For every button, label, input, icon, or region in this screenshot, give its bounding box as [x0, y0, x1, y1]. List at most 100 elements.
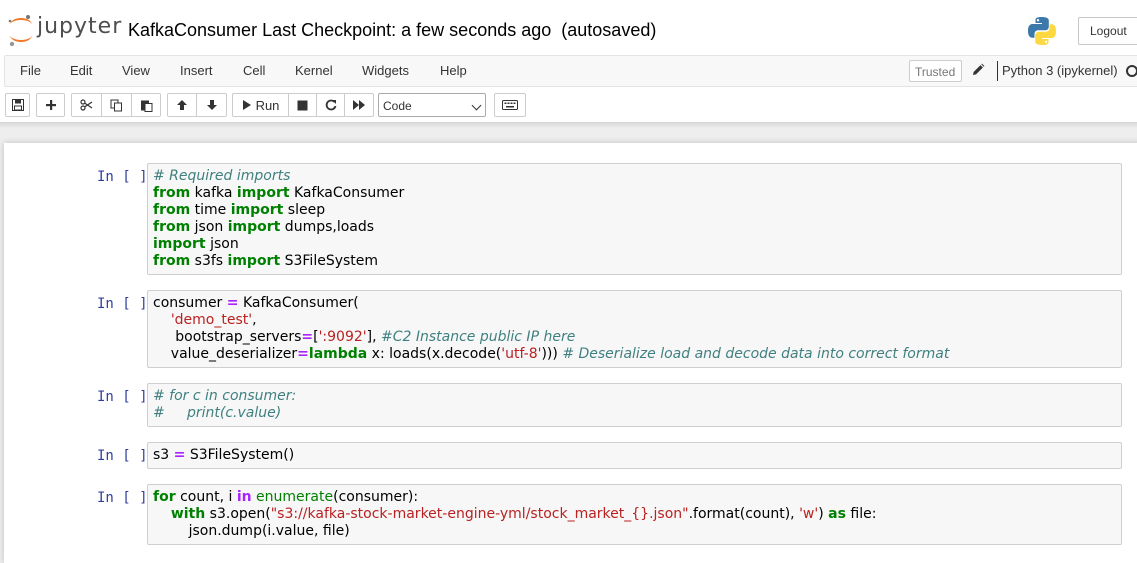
- insert-group: [36, 93, 65, 117]
- code-token: dumps,loads: [280, 219, 375, 235]
- interrupt-button[interactable]: [289, 94, 317, 116]
- header-shadow: [0, 122, 1137, 128]
- code-token: from: [153, 202, 191, 218]
- kernel-separator: [997, 61, 998, 81]
- run-button[interactable]: Run: [233, 94, 289, 116]
- restart-button[interactable]: [317, 94, 345, 116]
- save-icon: [11, 99, 24, 111]
- code-line: import json: [153, 236, 1116, 253]
- python-logo-icon: [1028, 17, 1056, 45]
- code-token: sleep: [283, 202, 326, 218]
- code-line: from json import dumps,loads: [153, 219, 1116, 236]
- paste-button[interactable]: [132, 94, 160, 116]
- move-down-button[interactable]: [197, 94, 226, 116]
- kernel-status-icon: [1126, 65, 1137, 77]
- code-token: 'demo_test': [170, 312, 253, 328]
- code-token: time: [190, 202, 231, 218]
- menu-view[interactable]: View: [122, 63, 150, 78]
- copy-button[interactable]: [102, 94, 132, 116]
- code-input[interactable]: # Required imports from kafka import Kafk…: [147, 163, 1122, 275]
- code-token: json: [190, 219, 228, 235]
- trusted-indicator[interactable]: Trusted: [909, 60, 962, 82]
- code-token: S3FileSystem(): [185, 447, 295, 463]
- code-line: from kafka import KafkaConsumer: [153, 185, 1116, 202]
- chevron-down-icon: [471, 100, 482, 111]
- pencil-icon[interactable]: [971, 63, 985, 77]
- notebook-container: In [ ]: # Required imports from kafka imp…: [4, 143, 1137, 563]
- logout-button[interactable]: Logout: [1078, 17, 1137, 45]
- code-token: count, i: [175, 489, 237, 505]
- code-line: bootstrap_servers=[':9092'], #C2 Instanc…: [153, 329, 1116, 346]
- code-input[interactable]: for count, i in enumerate(consumer): wit…: [147, 484, 1122, 545]
- code-line: consumer = KafkaConsumer(: [153, 295, 1116, 312]
- menu-file[interactable]: File: [20, 63, 41, 78]
- code-line: with s3.open("s3://kafka-stock-market-en…: [153, 506, 1116, 523]
- restart-run-all-button[interactable]: [345, 94, 373, 116]
- code-token: S3FileSystem: [280, 253, 379, 269]
- insert-cell-button[interactable]: [37, 94, 64, 116]
- code-token: =: [297, 346, 309, 362]
- code-line: value_deserializer=lambda x: loads(x.dec…: [153, 346, 1116, 363]
- notebook-name[interactable]: KafkaConsumer: [128, 20, 257, 40]
- code-token: KafkaConsumer: [289, 185, 405, 201]
- menu-insert[interactable]: Insert: [180, 63, 213, 78]
- code-token: json.dump(i.value, file): [153, 523, 350, 539]
- cut-button[interactable]: [72, 94, 102, 116]
- menu-help[interactable]: Help: [440, 63, 467, 78]
- code-line: from time import sleep: [153, 202, 1116, 219]
- code-token: ): [818, 506, 829, 522]
- code-token: ],: [366, 329, 381, 345]
- code-token: lambda: [308, 346, 368, 362]
- code-token: from: [153, 219, 191, 235]
- code-token: json: [205, 236, 239, 252]
- code-token: consumer: [153, 295, 227, 311]
- code-token: import: [153, 236, 206, 252]
- cell-type-select[interactable]: Code: [378, 93, 486, 117]
- fast-forward-icon: [353, 100, 365, 110]
- menu-kernel[interactable]: Kernel: [295, 63, 333, 78]
- plus-icon: [45, 100, 56, 110]
- code-token: =: [173, 447, 186, 463]
- code-token: ,: [252, 312, 257, 328]
- save-button[interactable]: [6, 94, 29, 116]
- code-token: "s3://kafka-stock-market-engine-yml/stoc…: [270, 506, 689, 522]
- code-token: .format(count),: [688, 506, 800, 522]
- code-token: s3fs: [190, 253, 228, 269]
- code-token: enumerate: [256, 489, 334, 505]
- stop-icon: [297, 100, 308, 110]
- menu-edit[interactable]: Edit: [70, 63, 92, 78]
- code-token: value_deserializer: [153, 346, 298, 362]
- move-up-button[interactable]: [168, 94, 197, 116]
- kernel-name[interactable]: Python 3 (ipykernel): [1002, 63, 1118, 78]
- code-line: # print(c.value): [153, 405, 1116, 422]
- code-line: # for c in consumer:: [153, 388, 1116, 405]
- code-token: as: [828, 506, 846, 522]
- code-token: # Deserialize load and decode data into …: [562, 346, 950, 362]
- menu-bar: File Edit View Insert Cell Kernel Widget…: [4, 55, 1137, 87]
- input-prompt: In [ ]:: [97, 490, 157, 506]
- code-token: import: [230, 202, 284, 218]
- menu-widgets[interactable]: Widgets: [362, 63, 409, 78]
- clipboard-group: [71, 93, 161, 117]
- code-input[interactable]: # for c in consumer: # print(c.value): [147, 383, 1122, 427]
- code-token: =: [301, 329, 314, 345]
- code-input[interactable]: consumer = KafkaConsumer( 'demo_test', b…: [147, 290, 1122, 368]
- run-group: Run: [232, 93, 374, 117]
- code-token: from: [153, 253, 191, 269]
- save-group: [5, 93, 30, 117]
- code-input[interactable]: s3 = S3FileSystem(): [147, 442, 1122, 469]
- cell-type-value: Code: [383, 99, 412, 113]
- code-token: bootstrap_servers: [153, 329, 302, 345]
- restart-icon: [325, 99, 336, 111]
- move-group: [167, 93, 227, 117]
- menu-cell[interactable]: Cell: [243, 63, 265, 78]
- input-prompt: In [ ]:: [97, 448, 157, 464]
- code-line: 'demo_test',: [153, 312, 1116, 329]
- copy-icon: [110, 99, 122, 111]
- code-line: for count, i in enumerate(consumer):: [153, 489, 1116, 506]
- code-token: from: [153, 185, 191, 201]
- cut-icon: [80, 99, 93, 111]
- code-token: 'w': [799, 506, 819, 522]
- command-palette-button[interactable]: [495, 94, 525, 116]
